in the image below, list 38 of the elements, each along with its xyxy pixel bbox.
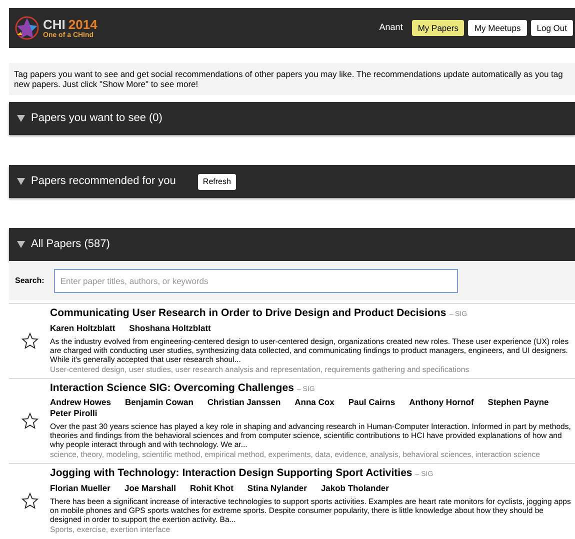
author-name[interactable]: Anna Cox: [294, 397, 334, 408]
author-name[interactable]: Stina Nylander: [247, 482, 307, 494]
author-name[interactable]: Joe Marshall: [124, 482, 176, 494]
section-title[interactable]: Papers recommended for you: [31, 173, 176, 190]
author-name[interactable]: Florian Mueller: [50, 482, 110, 494]
caret-down-icon[interactable]: [17, 241, 25, 248]
section-title[interactable]: Papers you want to see (0): [31, 110, 162, 127]
intro-text: Tag papers you want to see and get social recommendations of other papers you may like. The recommendations update automatically as you tag new papers. Just click "Show More" to see more!: [9, 63, 575, 95]
section-title[interactable]: All Papers (587): [31, 236, 110, 253]
search-label: Search:: [15, 274, 44, 286]
caret-down-icon[interactable]: [17, 115, 25, 122]
star-icon[interactable]: [20, 492, 38, 510]
paper-title[interactable]: Jogging with Technology: Interaction Design Supporting Sport Activities: [50, 467, 412, 480]
star-icon[interactable]: [20, 332, 38, 350]
author-name[interactable]: Peter Pirolli: [50, 408, 98, 419]
user-name: Anant: [379, 21, 403, 34]
author-name[interactable]: Andrew Howes: [50, 397, 111, 408]
author-name[interactable]: Karen Holtzblatt: [50, 322, 116, 334]
nav-button[interactable]: My Meetups: [468, 20, 527, 36]
star-logo-icon: [14, 15, 40, 41]
author-name[interactable]: Shoshana Holtzblatt: [129, 322, 211, 334]
author-name[interactable]: Benjamin Cowan: [124, 397, 194, 408]
author-name[interactable]: Anthony Hornof: [409, 397, 474, 408]
author-name[interactable]: Christian Janssen: [207, 397, 281, 408]
star-icon[interactable]: [20, 412, 38, 430]
search-field[interactable]: Enter paper titles, authors, or keywords: [54, 268, 458, 292]
author-name[interactable]: Rohit Khot: [190, 482, 234, 494]
paper-title[interactable]: Communicating User Research in Order to Drive Design and Product Decisions: [50, 307, 446, 320]
author-name[interactable]: Stephen Payne: [488, 397, 549, 408]
logo-year: 2014: [68, 18, 98, 30]
caret-down-icon[interactable]: [17, 178, 25, 185]
author-name[interactable]: Jakob Tholander: [320, 482, 389, 494]
nav-button[interactable]: My Papers: [412, 20, 464, 36]
nav-button[interactable]: Log Out: [530, 20, 573, 36]
paper-title[interactable]: Interaction Science SIG: Overcoming Challenges: [50, 382, 294, 394]
author-name[interactable]: Paul Cairns: [348, 397, 396, 408]
logo-title: CHI: [43, 18, 66, 30]
refresh-button[interactable]: Refresh: [198, 174, 236, 190]
